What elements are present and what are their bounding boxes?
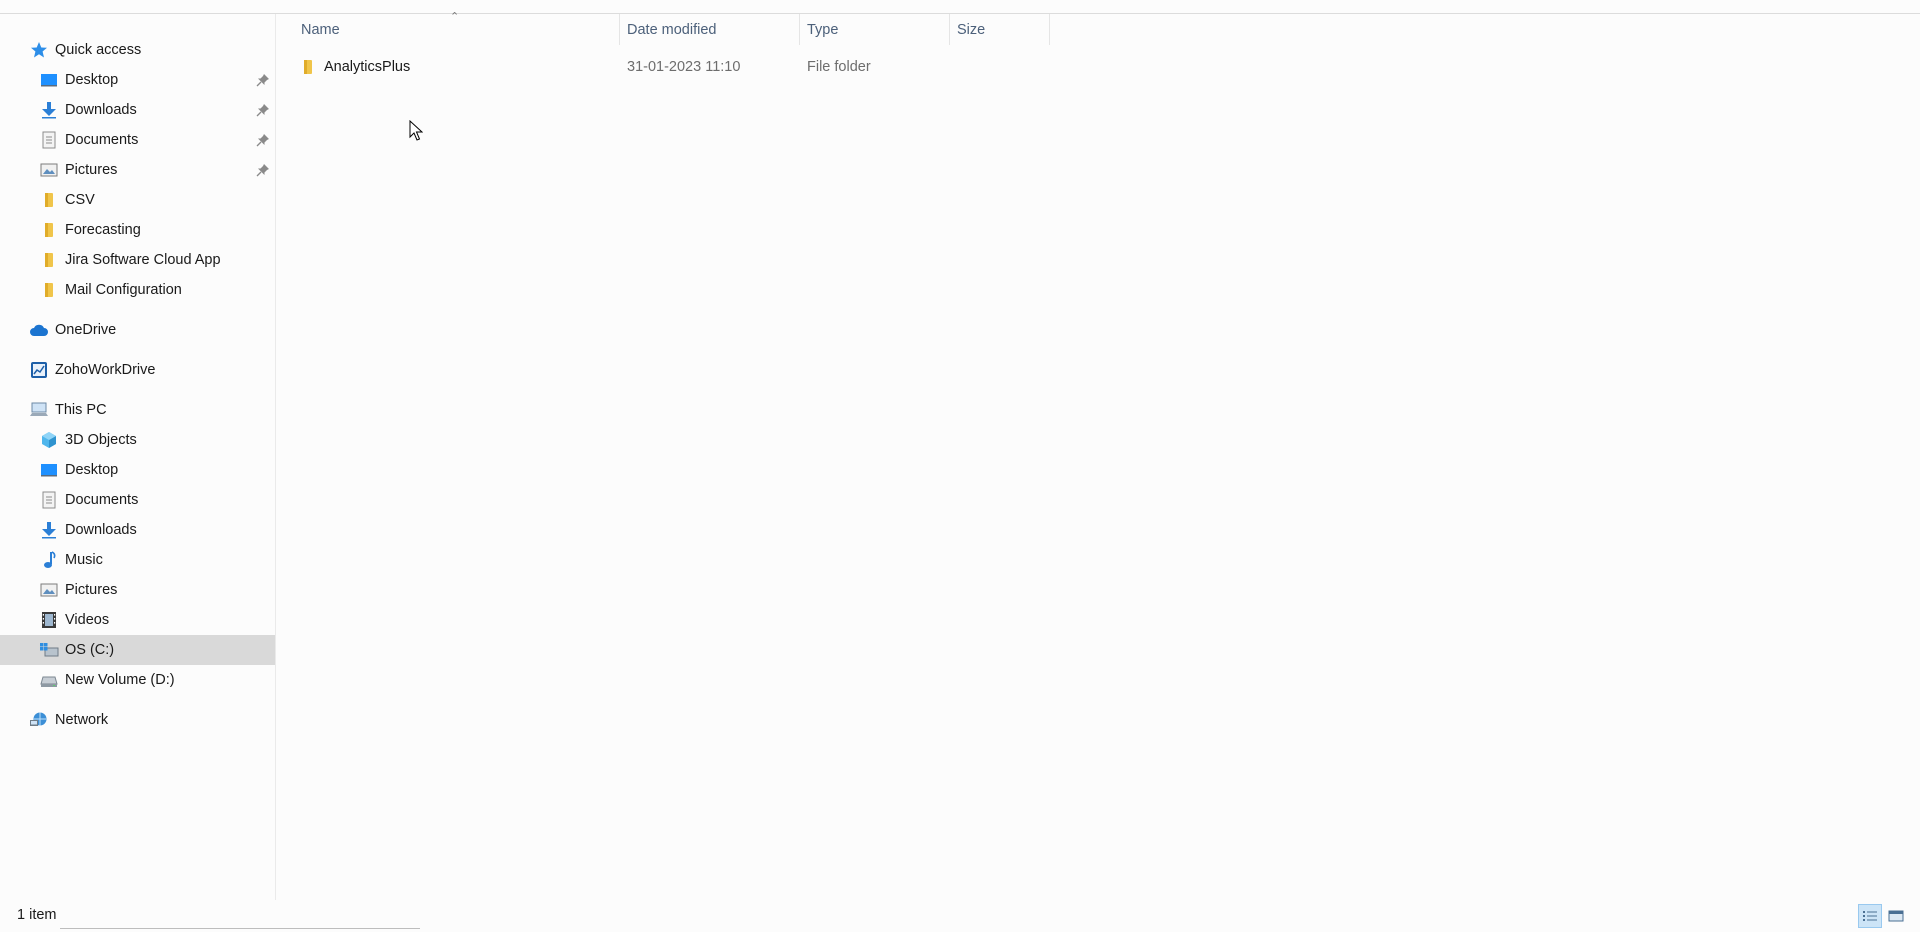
nav-pc-desktop[interactable]: Desktop [0, 455, 275, 485]
nav-label: Mail Configuration [65, 282, 182, 298]
column-header-name[interactable]: Name [280, 14, 623, 45]
nav-pc-videos[interactable]: Videos [0, 605, 275, 635]
nav-pc-new-volume-d[interactable]: New Volume (D:) [0, 665, 275, 695]
drive-icon [39, 670, 59, 690]
nav-label: This PC [55, 402, 107, 418]
item-count: 1 item [17, 907, 57, 923]
download-icon [39, 100, 59, 120]
nav-label: 3D Objects [65, 432, 137, 448]
nav-label: Videos [65, 612, 110, 628]
nav-network[interactable]: Network [0, 705, 275, 735]
nav-qa-forecasting[interactable]: Forecasting [0, 215, 275, 245]
column-header-size[interactable]: Size [950, 14, 1051, 45]
nav-qa-documents[interactable]: Documents [0, 125, 275, 155]
file-name: AnalyticsPlus [324, 59, 411, 75]
column-header-label: Name [301, 21, 340, 38]
window-top-edge [0, 0, 1920, 14]
pin-icon [256, 164, 269, 177]
nav-pc-pictures[interactable]: Pictures [0, 575, 275, 605]
column-header-label: Size [957, 21, 986, 38]
documents-icon [39, 130, 59, 150]
nav-label: Quick access [55, 42, 142, 58]
nav-qa-jira-software-cloud-app[interactable]: Jira Software Cloud App [0, 245, 275, 275]
nav-quick-access[interactable]: Quick access [0, 35, 275, 65]
folder-icon [39, 190, 59, 210]
navigation-pane: Quick access Desktop Downloads Documents… [0, 14, 276, 900]
nav-pc-3d-objects[interactable]: 3D Objects [0, 425, 275, 455]
file-date-modified: 31-01-2023 11:10 [627, 59, 741, 75]
music-icon [39, 550, 59, 570]
nav-label: Pictures [65, 162, 118, 178]
mouse-cursor-icon [409, 120, 423, 141]
network-icon [29, 710, 49, 730]
column-header-type[interactable]: Type [800, 14, 951, 45]
computer-icon [29, 400, 49, 420]
details-view-button[interactable] [1858, 904, 1882, 928]
pictures-icon [39, 160, 59, 180]
column-header-date-modified[interactable]: Date modified [620, 14, 801, 45]
nav-pc-os-c[interactable]: OS (C:) [0, 635, 275, 665]
file-list-pane: ⌃ Name Date modified Type Size Analytics… [278, 11, 1920, 900]
nav-label: OneDrive [55, 322, 117, 338]
file-row[interactable]: AnalyticsPlus 31-01-2023 11:10 File fold… [295, 52, 1323, 82]
column-header-label: Type [807, 21, 839, 38]
nav-pc-downloads[interactable]: Downloads [0, 515, 275, 545]
pin-icon [256, 134, 269, 147]
documents-icon [39, 490, 59, 510]
nav-label: Forecasting [65, 222, 141, 238]
nav-pc-documents[interactable]: Documents [0, 485, 275, 515]
nav-qa-desktop[interactable]: Desktop [0, 65, 275, 95]
nav-label: Desktop [65, 462, 119, 478]
folder-icon [39, 280, 59, 300]
nav-onedrive[interactable]: OneDrive [0, 315, 275, 345]
pin-icon [256, 104, 269, 117]
folder-icon [39, 250, 59, 270]
nav-label: Jira Software Cloud App [65, 252, 221, 268]
workdrive-icon [29, 360, 49, 380]
status-divider [60, 928, 420, 929]
nav-label: Pictures [65, 582, 118, 598]
status-bar: 1 item [0, 900, 1920, 932]
nav-label: Downloads [65, 102, 137, 118]
nav-label: New Volume (D:) [65, 672, 175, 688]
desktop-icon [39, 70, 59, 90]
pin-icon [256, 74, 269, 87]
nav-zohoworkdrive[interactable]: ZohoWorkDrive [0, 355, 275, 385]
nav-label: Music [65, 552, 103, 568]
nav-qa-mail-configuration[interactable]: Mail Configuration [0, 275, 275, 305]
nav-label: Documents [65, 492, 139, 508]
download-icon [39, 520, 59, 540]
cloud-icon [29, 320, 49, 340]
os-drive-icon [39, 640, 59, 660]
nav-qa-pictures[interactable]: Pictures [0, 155, 275, 185]
nav-label: Documents [65, 132, 139, 148]
file-name-cell: AnalyticsPlus [301, 52, 410, 82]
large-icons-view-button[interactable] [1884, 904, 1908, 928]
large-icons-view-icon [1888, 910, 1904, 922]
pictures-icon [39, 580, 59, 600]
desktop-icon [39, 460, 59, 480]
nav-label: Desktop [65, 72, 119, 88]
nav-label: Network [55, 712, 109, 728]
star-icon [29, 40, 49, 60]
column-header-label: Date modified [627, 21, 717, 38]
file-type: File folder [807, 59, 871, 75]
folder-icon [301, 58, 315, 76]
videos-icon [39, 610, 59, 630]
column-divider[interactable] [1049, 14, 1050, 45]
nav-label: ZohoWorkDrive [55, 362, 156, 378]
nav-label: Downloads [65, 522, 137, 538]
nav-label: OS (C:) [65, 642, 115, 658]
nav-qa-csv[interactable]: CSV [0, 185, 275, 215]
nav-pc-music[interactable]: Music [0, 545, 275, 575]
nav-qa-downloads[interactable]: Downloads [0, 95, 275, 125]
3d-objects-icon [39, 430, 59, 450]
nav-this-pc[interactable]: This PC [0, 395, 275, 425]
folder-icon [39, 220, 59, 240]
details-view-icon [1863, 911, 1877, 921]
nav-label: CSV [65, 192, 95, 208]
